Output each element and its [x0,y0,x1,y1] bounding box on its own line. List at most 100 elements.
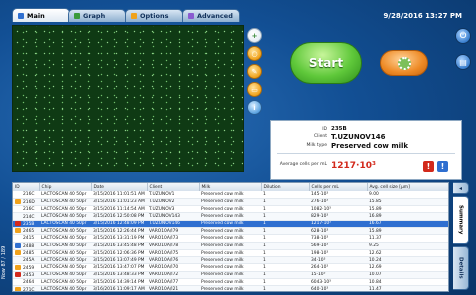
tab-graph[interactable]: Graph [68,9,126,22]
cell-text: 2464 [23,280,35,286]
crop-icon[interactable]: ▭ [247,82,262,97]
table-row[interactable]: 2464 LACTOSCAN 40 50pr 3/15/2016 14:39:14 … [13,278,448,287]
table-row[interactable]: 2488 LACTOSCAN 40 50pr 3/15/2016 13:45:48 … [13,242,448,250]
table-cell: 2453 [13,271,39,280]
column-header[interactable]: Dilution [261,183,310,191]
power-icon[interactable]: ⏻ [455,28,471,44]
table-cell: 1 [261,191,309,199]
table-row[interactable]: 2459 LACTOSCAN 40 50pr 3/15/2016 13:47:07 … [13,263,448,272]
table-cell: Preserved cow milk [199,227,261,236]
cell-text: 216D [23,199,35,205]
table-cell: 34·10³ [309,256,367,265]
status-flag-icon [15,198,21,204]
divider [277,153,455,154]
table-cell: 271C [13,285,39,291]
milk-type-value: Preserved cow milk [331,142,409,150]
info-icon[interactable]: i [247,100,262,115]
table-row[interactable]: 271C LACTOSCAN 40 50pr 3/16/2016 11:09:17 … [13,285,448,291]
table-cell: 2415 [13,234,39,243]
table-cell: 145·10³ [309,191,367,199]
table-cell: LACTOSCAN 40 50pr [39,227,91,236]
table-cell: T.UZUNOV2 [147,198,199,207]
table-row[interactable]: 216C LACTOSCAN 40 50pr 3/15/2016 11:01:51 … [13,191,448,199]
column-header[interactable]: Client [147,183,200,191]
table-cell: 216C [13,191,39,199]
datetime: 9/28/2016 13:27 PM [383,12,462,20]
table-cell: 15.89 [367,227,448,236]
table-row[interactable]: 214C LACTOSCAN 40 50pr 3/15/2016 12:50:08 … [13,212,448,221]
table-cell: Preserved cow milk [199,212,261,221]
settings-button[interactable] [380,50,428,76]
table-row[interactable]: 2485 LACTOSCAN 40 50pr 3/15/2016 12:06:36 … [13,249,448,258]
id-label: ID [322,127,327,132]
cell-text: 245A [23,258,35,264]
table-row[interactable]: 235B LACTOSCAN 40 50pr 3/15/2016 12:48:09 … [13,220,448,229]
home-icon [18,12,24,19]
table-row[interactable]: 2465 LACTOSCAN 40 50pr 3/15/2016 12:26:44 … [13,227,448,236]
table-cell: 2464 [13,278,39,287]
tab-advanced[interactable]: Advanced [182,9,240,22]
status-flag-icon [15,286,21,291]
table-cell: 1 [261,249,309,258]
table-cell: 12.69 [367,263,448,272]
column-header[interactable]: Chip [39,183,92,191]
tab-summary[interactable]: Summary [453,196,469,244]
cell-text: 235B [23,221,35,227]
table-cell: 9.25 [367,242,448,250]
table-cell: 3/15/2016 12:06:36 PM [91,249,147,258]
tab-main[interactable]: Main [12,8,70,22]
zoom-icon[interactable]: ○ [247,46,262,61]
table-cell: LACTOSCAN 40 50pr [39,271,91,280]
table-cell: 264·10³ [309,263,367,272]
info-badge-icon[interactable]: ! [437,161,448,172]
column-header[interactable]: ID [13,183,40,191]
table-cell: 15.85 [367,198,448,207]
table-cell: 16.67 [367,220,448,229]
table-row[interactable]: 216D LACTOSCAN 40 50pr 3/15/2016 11:01:23 … [13,198,448,207]
table-cell: 216C [13,205,39,214]
add-icon[interactable]: + [247,28,262,43]
table-cell: VARO10A/I76 [147,256,199,265]
tab-label: Options [140,12,169,20]
table-row[interactable]: 2453 LACTOSCAN 40 50pr 3/15/2016 13:48:33 … [13,271,448,280]
tab-label: Advanced [197,12,233,20]
table-cell: VARO10A/I21 [147,285,199,291]
table-cell: LACTOSCAN 40 50pr [39,285,91,291]
table-cell: 6043·10³ [309,278,367,287]
table-row[interactable]: 245A LACTOSCAN 40 50pr 3/15/2016 13:07:49 … [13,256,448,265]
status-flag-icon [15,264,21,270]
table-cell: LACTOSCAN 40 50pr [39,234,91,243]
table-row[interactable]: 216C LACTOSCAN 40 50pr 3/15/2016 11:14:54 … [13,205,448,214]
table-cell: Preserved cow milk [199,198,261,207]
table-cell: 1 [261,278,309,287]
advanced-icon [188,13,194,19]
pen-icon[interactable]: ✎ [247,64,262,79]
status-flag-icon [15,214,21,219]
warning-icon[interactable]: ! [423,161,434,172]
table-cell: Preserved cow milk [199,285,261,291]
table-cell: 3/15/2016 13:48:33 PM [91,271,147,280]
start-button[interactable]: Start [290,42,362,84]
options-icon [131,13,137,19]
table-cell: 2465 [13,227,39,236]
gear-icon [397,56,411,70]
table-cell: LACTOSCAN 40 50pr [39,242,91,250]
column-header[interactable]: Cells per mL [309,183,368,191]
microscope-view[interactable] [12,25,244,172]
table-cell: LACTOSCAN 40 50pr [39,256,91,265]
cell-text: 2453 [23,272,35,278]
expand-icon[interactable]: ◂ [453,182,469,194]
tab-details[interactable]: Details [453,246,469,290]
tab-bar: Main Graph Options Advanced 9/28/2016 13… [0,0,476,24]
column-header[interactable]: Date [91,183,148,191]
results-table[interactable]: ID Chip Date Client Milk Dilution Cells per mL… [12,182,449,292]
column-header[interactable]: Milk [199,183,262,191]
column-header[interactable]: Avg. cell size [µm] [367,183,448,191]
table-cell: 1217·10³ [309,220,367,229]
table-cell: 3/15/2016 12:26:44 PM [91,227,147,236]
document-icon[interactable]: ▤ [455,54,471,70]
result-info-panel: ID 235B Client T.UZUNOV146 Milk type Pre… [270,120,462,180]
tab-options[interactable]: Options [125,9,183,22]
table-row[interactable]: 2415 LACTOSCAN 40 50pr 3/15/2016 13:31:19 … [13,234,448,243]
table-cell: VARO10A/I73 [147,234,199,243]
